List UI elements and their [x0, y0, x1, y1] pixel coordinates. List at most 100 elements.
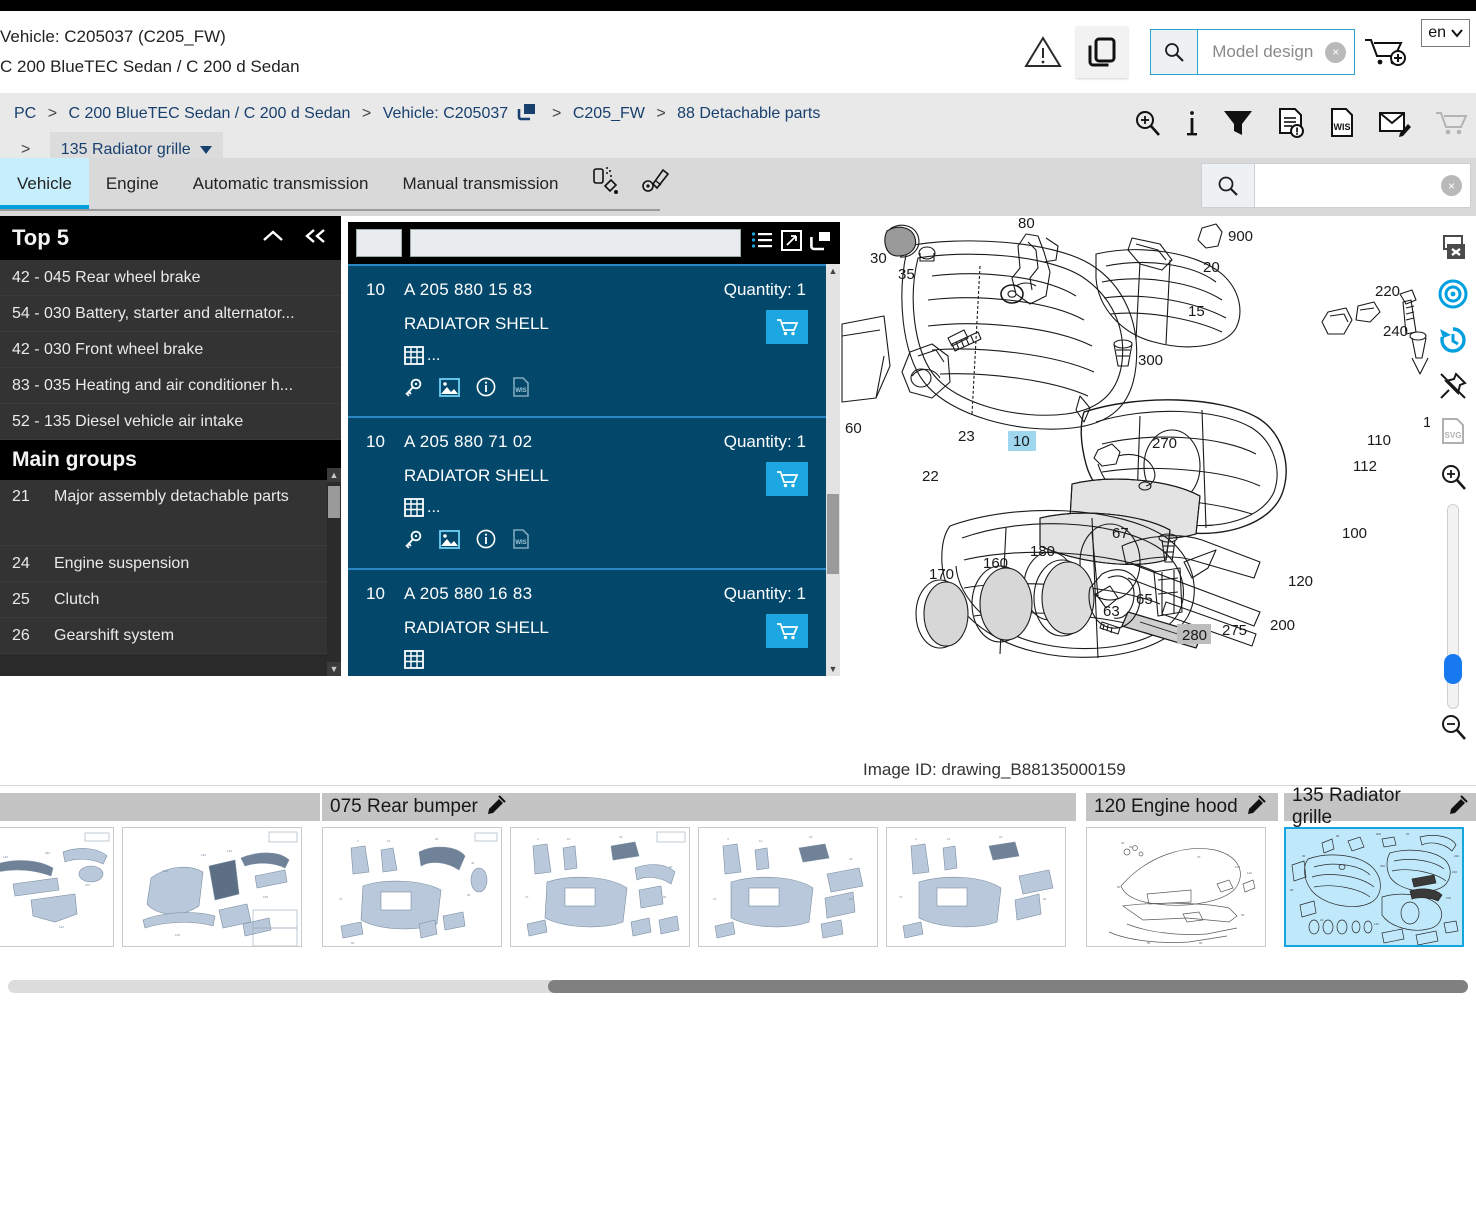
breadcrumb-item-pc[interactable]: PC [14, 105, 36, 122]
breadcrumb-item-vehicle[interactable]: Vehicle: C205037 [383, 105, 508, 122]
warning-triangle-icon[interactable] [1020, 29, 1066, 75]
top5-item[interactable]: 54 - 030 Battery, starter and alternator… [0, 296, 341, 332]
parts-list-scrollbar[interactable]: ▲ ▼ [826, 264, 840, 676]
zoom-in-icon[interactable] [1430, 454, 1476, 500]
thumbnail-item[interactable]: 4 10 22 40 70 90 [510, 827, 690, 947]
breadcrumb-item-series[interactable]: C205_FW [573, 105, 645, 122]
scroll-up-icon[interactable]: ▲ [826, 264, 840, 278]
image-icon[interactable] [439, 529, 460, 554]
breadcrumb-copy-icon[interactable] [517, 102, 537, 132]
mail-edit-icon[interactable] [1378, 108, 1412, 143]
edit-icon[interactable] [1449, 794, 1468, 820]
thumbnail-group-label[interactable]: 075 Rear bumper [322, 793, 1076, 821]
thumbnail-item[interactable]: 500 120 130 100 155 [122, 827, 302, 947]
exploded-view-drawing[interactable]: 30 35 80 900 20 15 220 260 240 305 300 6… [840, 216, 1476, 756]
paint-spray-icon[interactable] [589, 164, 621, 203]
expand-icon[interactable] [781, 230, 802, 256]
tab-manual-transmission[interactable]: Manual transmission [386, 158, 576, 209]
svg-text:22: 22 [619, 835, 623, 839]
key-icon[interactable] [404, 378, 423, 402]
part-row[interactable]: 10 A 205 880 15 83 Quantity: 1 RADIATOR … [348, 264, 840, 416]
scroll-up-icon[interactable]: ▲ [327, 468, 341, 482]
main-group-item-26[interactable]: 26 Gearshift system [0, 618, 341, 654]
main-group-item-24[interactable]: 24 Engine suspension [0, 546, 341, 582]
breadcrumb-item-group[interactable]: 88 Detachable parts [677, 105, 820, 122]
wis-icon[interactable]: WIS [512, 377, 530, 402]
thumbnail-item[interactable]: 100140460 470500140 [0, 827, 114, 947]
clear-model-search-icon[interactable]: × [1325, 41, 1347, 63]
zoom-in-icon[interactable] [1132, 108, 1162, 143]
cart-icon[interactable] [1434, 108, 1468, 143]
tab-engine[interactable]: Engine [89, 158, 176, 209]
parts-filter-position-field[interactable] [356, 229, 402, 257]
scroll-down-icon[interactable]: ▼ [826, 662, 840, 676]
image-icon[interactable] [439, 377, 460, 402]
breadcrumb-item-model[interactable]: C 200 BlueTEC Sedan / C 200 d Sedan [68, 105, 350, 122]
fastener-tool-icon[interactable] [639, 164, 671, 203]
parts-search-input[interactable] [1255, 164, 1470, 207]
part-row[interactable]: 10 A 205 880 71 02 Quantity: 1 RADIATOR … [348, 416, 840, 568]
edit-icon[interactable] [487, 794, 506, 820]
part-table-toggle[interactable]: ... [404, 498, 826, 517]
top5-item[interactable]: 42 - 045 Rear wheel brake [0, 260, 341, 296]
part-table-toggle[interactable]: ... [404, 346, 826, 365]
info-circle-icon[interactable] [476, 377, 496, 402]
thumbnail-item[interactable]: 4 10 22 70 90 [886, 827, 1066, 947]
left-panel-scrollbar[interactable]: ▲ ▼ [327, 468, 341, 676]
edit-icon[interactable] [1247, 794, 1266, 820]
cart-add-icon[interactable] [1355, 34, 1415, 70]
top5-item[interactable]: 42 - 030 Front wheel brake [0, 332, 341, 368]
wis-document-icon[interactable]: WIS [1328, 107, 1356, 144]
parts-filter-text-field[interactable] [410, 229, 741, 257]
zoom-slider-knob[interactable] [1444, 654, 1462, 685]
language-selector[interactable]: en [1421, 19, 1470, 47]
clear-parts-search-icon[interactable]: × [1441, 175, 1462, 196]
list-view-icon[interactable] [751, 231, 773, 256]
wis-icon[interactable]: WIS [512, 529, 530, 554]
target-icon[interactable] [1430, 271, 1476, 317]
copy-icon[interactable] [810, 231, 832, 256]
thumbnail-item[interactable]: 4 10 20 40 70 90 60 [322, 827, 502, 947]
drawing-callout: 112 [1353, 458, 1377, 475]
top5-item[interactable]: 52 - 135 Diesel vehicle air intake [0, 404, 341, 440]
thumbnail-group-label[interactable]: 135 Radiator grille [1284, 785, 1476, 828]
top5-item[interactable]: 83 - 035 Heating and air conditioner h..… [0, 368, 341, 404]
thumbnail-group-label[interactable]: 120 Engine hood [1086, 793, 1278, 821]
zoom-out-icon[interactable] [1430, 704, 1476, 750]
add-to-cart-button[interactable] [766, 462, 808, 496]
filter-icon[interactable] [1222, 108, 1254, 143]
unpin-icon[interactable] [1430, 363, 1476, 409]
info-icon[interactable] [1184, 108, 1200, 143]
tab-automatic-transmission[interactable]: Automatic transmission [176, 158, 386, 209]
add-to-cart-button[interactable] [766, 310, 808, 344]
strip-divider [0, 785, 1476, 786]
thumbnail-item[interactable]: 20 30 70 100 110 60 50 80 90 [1086, 827, 1266, 947]
undo-history-icon[interactable] [1430, 317, 1476, 363]
scrollbar-thumb[interactable] [827, 494, 839, 574]
key-icon[interactable] [404, 530, 423, 554]
info-circle-icon[interactable] [476, 529, 496, 554]
part-row[interactable]: 10 A 205 880 16 83 Quantity: 1 RADIATOR … [348, 568, 840, 676]
tab-vehicle[interactable]: Vehicle [0, 158, 89, 209]
parts-search-box[interactable]: × [1201, 163, 1471, 208]
main-group-item-25[interactable]: 25 Clutch [0, 582, 341, 618]
part-table-toggle[interactable] [404, 650, 826, 669]
scroll-down-icon[interactable]: ▼ [327, 662, 341, 676]
close-window-icon[interactable] [1430, 225, 1476, 271]
double-chevron-left-icon[interactable] [303, 227, 329, 250]
chevron-up-icon[interactable] [261, 227, 285, 250]
table-icon [404, 346, 424, 365]
thumbnail-horizontal-scrollbar[interactable] [8, 980, 1468, 993]
main-group-item-21[interactable]: 21 Major assembly detachable parts [0, 480, 341, 546]
add-to-cart-button[interactable] [766, 614, 808, 648]
scrollbar-thumb[interactable] [328, 486, 340, 518]
scrollbar-thumb[interactable] [548, 980, 1468, 993]
thumbnail-item-selected[interactable]: 30 80 900 20 220 240 300 60 22 110 100 280 [1284, 827, 1464, 947]
part-table-ellipsis: ... [427, 346, 441, 364]
zoom-slider[interactable] [1444, 504, 1462, 710]
thumbnail-item[interactable]: 4 10 22 40 70 90 [698, 827, 878, 947]
model-designation-search[interactable]: × [1150, 29, 1356, 75]
document-alert-icon[interactable] [1276, 107, 1306, 144]
svg-export-icon[interactable]: SVG [1430, 408, 1476, 454]
copy-documents-icon[interactable] [1076, 26, 1129, 78]
